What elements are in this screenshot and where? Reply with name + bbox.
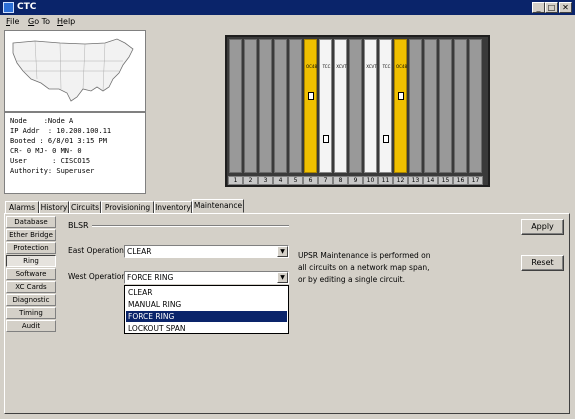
title-bar: CTC _ □ ✕	[0, 0, 575, 15]
slot-number: 12	[393, 176, 408, 185]
us-map-image	[12, 38, 134, 102]
upsr-note: UPSR Maintenance is performed on all cir…	[298, 250, 468, 286]
slot-number: 6	[303, 176, 318, 185]
slot-4[interactable]	[274, 39, 287, 173]
slot-number: 4	[273, 176, 288, 185]
node-name-line: Node :Node A	[10, 117, 74, 125]
card-label: XCVT	[366, 64, 377, 69]
menu-goto[interactable]: Go To	[28, 16, 50, 27]
option-clear[interactable]: CLEAR	[126, 287, 287, 298]
slot-number: 8	[333, 176, 348, 185]
subtab-diagnostic[interactable]: Diagnostic	[6, 294, 56, 306]
subtab-xc-cards[interactable]: XC Cards	[6, 281, 56, 293]
slot-10-card[interactable]: XCVT	[364, 39, 377, 173]
menu-file[interactable]: File	[6, 16, 19, 27]
option-lockout-span[interactable]: LOCKOUT SPAN	[126, 323, 287, 334]
card-label: TCC	[382, 64, 391, 69]
reset-button[interactable]: Reset	[521, 255, 564, 271]
slot-number: 10	[363, 176, 378, 185]
card-label: TCC	[322, 64, 331, 69]
subtab-ring[interactable]: Ring	[6, 255, 56, 267]
west-operation-dropdown[interactable]: CLEAR MANUAL RING FORCE RING LOCKOUT SPA…	[124, 285, 289, 334]
slot-3[interactable]	[259, 39, 272, 173]
slot-number: 2	[243, 176, 258, 185]
subtab-audit[interactable]: Audit	[6, 320, 56, 332]
app-icon	[3, 2, 14, 13]
note-line: or by editing a single circuit.	[298, 275, 405, 284]
section-divider	[92, 225, 289, 227]
slot-14[interactable]	[424, 39, 437, 173]
slot-number: 11	[378, 176, 393, 185]
subtab-database[interactable]: Database	[6, 216, 56, 228]
slot-16[interactable]	[454, 39, 467, 173]
tab-maintenance[interactable]: Maintenance	[192, 199, 244, 213]
option-manual-ring[interactable]: MANUAL RING	[126, 299, 287, 310]
subtab-protection[interactable]: Protection	[6, 242, 56, 254]
east-operation-label: East Operation:	[68, 246, 127, 255]
shelf: OC48 TCC XCVT XCVT TCC OC48 1 2 3 4 5 6 …	[225, 35, 490, 187]
note-line: all circuits on a network map span,	[298, 263, 430, 272]
node-info-panel: Node :Node A IP Addr : 10.200.100.11 Boo…	[4, 112, 146, 194]
slot-number: 1	[228, 176, 243, 185]
slot-17[interactable]	[469, 39, 482, 173]
slot-number: 14	[423, 176, 438, 185]
east-operation-value: CLEAR	[127, 247, 152, 256]
blsr-section-title: BLSR	[68, 221, 89, 230]
slot-number: 17	[468, 176, 483, 185]
slot-number: 16	[453, 176, 468, 185]
authority-line: Authority: Superuser	[10, 167, 95, 175]
west-operation-select[interactable]: FORCE RING ▼	[124, 271, 289, 284]
east-operation-select[interactable]: CLEAR ▼	[124, 245, 289, 258]
slot-8-card[interactable]: XCVT	[334, 39, 347, 173]
slot-9[interactable]	[349, 39, 362, 173]
subtab-ether-bridge[interactable]: Ether Bridge	[6, 229, 56, 241]
window-title: CTC	[17, 2, 37, 12]
network-map[interactable]	[4, 30, 146, 112]
slot-number: 3	[258, 176, 273, 185]
alarm-counts-line: CR- 0 MJ- 0 MN- 0	[10, 147, 82, 155]
menu-help[interactable]: Help	[57, 16, 75, 27]
slot-number: 15	[438, 176, 453, 185]
slot-number: 5	[288, 176, 303, 185]
slot-6-card[interactable]: OC48	[304, 39, 317, 173]
slot-13[interactable]	[409, 39, 422, 173]
slot-7-card[interactable]: TCC	[319, 39, 332, 173]
card-port-icon	[398, 92, 404, 100]
slot-number: 13	[408, 176, 423, 185]
west-operation-value: FORCE RING	[127, 273, 174, 282]
slot-12-card[interactable]: OC48	[394, 39, 407, 173]
slot-2[interactable]	[244, 39, 257, 173]
slot-1[interactable]	[229, 39, 242, 173]
chevron-down-icon[interactable]: ▼	[277, 272, 288, 283]
card-port-icon	[383, 135, 389, 143]
slot-11-card[interactable]: TCC	[379, 39, 392, 173]
card-port-icon	[323, 135, 329, 143]
card-label: OC48	[305, 64, 318, 69]
card-label: OC48	[395, 64, 408, 69]
subtab-timing[interactable]: Timing	[6, 307, 56, 319]
card-port-icon	[308, 92, 314, 100]
slot-number: 9	[348, 176, 363, 185]
booted-line: Booted : 6/8/01 3:15 PM	[10, 137, 107, 145]
menu-bar: File Go To Help	[0, 15, 575, 28]
subtab-software[interactable]: Software	[6, 268, 56, 280]
slot-number: 7	[318, 176, 333, 185]
slot-5[interactable]	[289, 39, 302, 173]
maximize-button[interactable]: □	[545, 2, 558, 13]
west-operation-label: West Operation:	[68, 272, 129, 281]
user-line: User : CISCO15	[10, 157, 91, 165]
card-label: XCVT	[336, 64, 347, 69]
option-force-ring[interactable]: FORCE RING	[126, 311, 287, 322]
ip-addr-line: IP Addr : 10.200.100.11	[10, 127, 112, 135]
close-button[interactable]: ✕	[559, 2, 572, 13]
slot-15[interactable]	[439, 39, 452, 173]
minimize-button[interactable]: _	[532, 2, 545, 13]
chevron-down-icon[interactable]: ▼	[277, 246, 288, 257]
note-line: UPSR Maintenance is performed on	[298, 251, 431, 260]
apply-button[interactable]: Apply	[521, 219, 564, 235]
shelf-view-area: OC48 TCC XCVT XCVT TCC OC48 1 2 3 4 5 6 …	[148, 30, 571, 194]
